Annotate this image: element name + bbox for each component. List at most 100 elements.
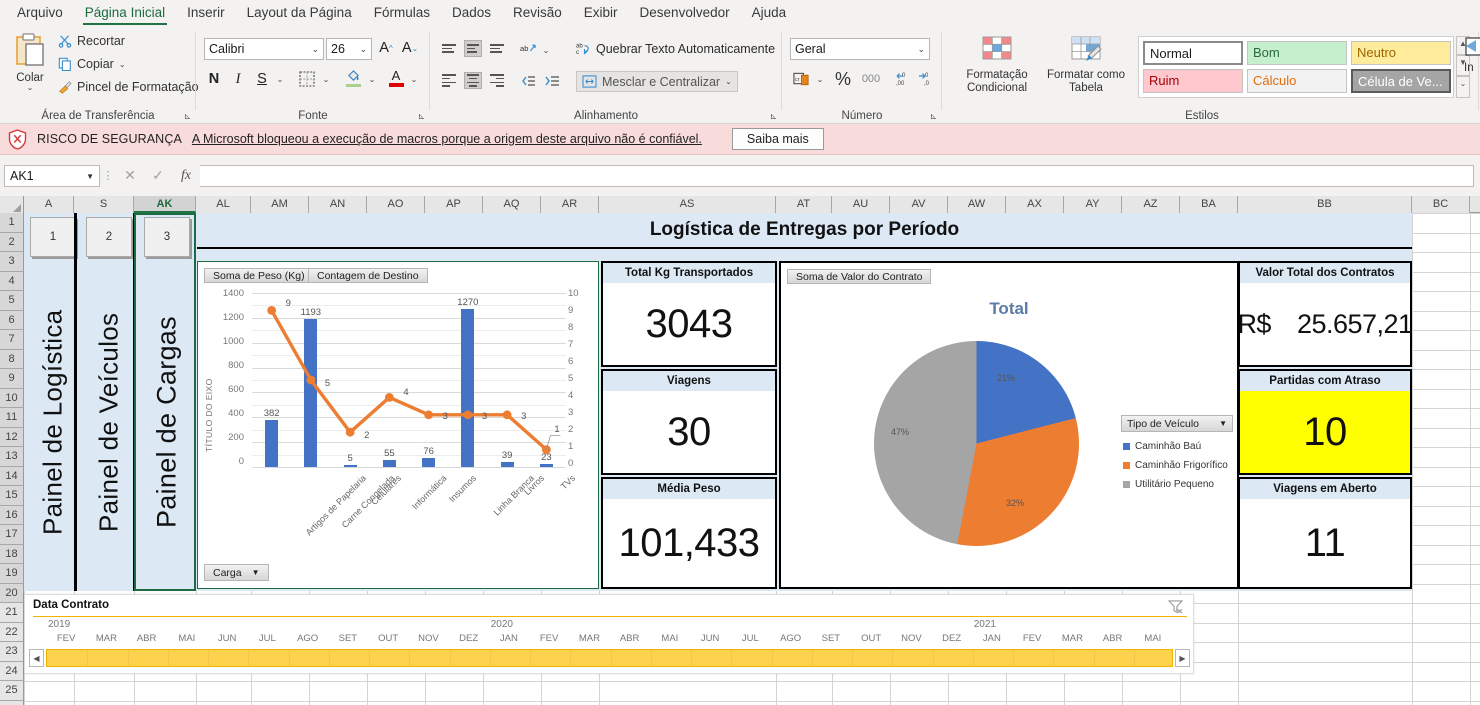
- pivot-field-chevron-down-icon[interactable]: ▼: [252, 568, 260, 577]
- merge-center-button[interactable]: Mesclar e Centralizar ⌄: [576, 71, 738, 92]
- row-header-16[interactable]: 16: [0, 505, 24, 525]
- row-header-23[interactable]: 23: [0, 642, 24, 662]
- timeline-slicer[interactable]: Data Contrato 2019 2020 2021 FEV MAR ABR MAI J…: [24, 594, 1194, 674]
- clear-filter-icon[interactable]: [1167, 599, 1184, 617]
- formula-input[interactable]: [200, 164, 1474, 187]
- cell-style-normal[interactable]: Normal: [1143, 41, 1243, 65]
- fill-color-button[interactable]: [342, 66, 364, 90]
- increase-font-size-button[interactable]: A ^: [376, 37, 396, 59]
- decrease-decimal-button[interactable]: 0 ,0: [914, 68, 934, 90]
- italic-button[interactable]: I: [228, 68, 248, 90]
- ribbon-tab-pagina-inicial[interactable]: Página Inicial: [74, 2, 176, 25]
- orientation-chevron-down-icon[interactable]: ⌄: [540, 41, 552, 59]
- paste-chevron-down-icon[interactable]: ⌄: [8, 83, 52, 92]
- pie-chart[interactable]: Soma de Valor do Contrato Total 21% 32% …: [779, 261, 1239, 589]
- slicer-month-mai-27[interactable]: MAI: [1133, 633, 1173, 644]
- borders-button[interactable]: [296, 68, 318, 90]
- column-header-ap[interactable]: AP: [425, 196, 483, 213]
- slicer-month-jul-5[interactable]: JUL: [247, 633, 287, 644]
- slicer-prev-button[interactable]: ◀: [29, 649, 44, 667]
- security-warning-message[interactable]: A Microsoft bloqueou a execução de macro…: [192, 132, 702, 146]
- row-header-8[interactable]: 8: [0, 349, 24, 369]
- column-header-at[interactable]: AT: [776, 196, 832, 213]
- slicer-month-abr-2[interactable]: ABR: [127, 633, 167, 644]
- slicer-next-button[interactable]: ▶: [1175, 649, 1190, 667]
- row-header-10[interactable]: 10: [0, 388, 24, 408]
- slicer-month-ago-18[interactable]: AGO: [771, 633, 811, 644]
- alignment-dialog-launcher[interactable]: ⊾: [768, 111, 779, 122]
- align-left-button[interactable]: [440, 72, 458, 89]
- pivot-button-soma-valor-contrato[interactable]: Soma de Valor do Contrato: [787, 269, 932, 284]
- underline-button[interactable]: S: [252, 68, 272, 90]
- clipboard-dialog-launcher[interactable]: ⊾: [182, 111, 193, 122]
- cell-style-celula-de-verificacao[interactable]: Célula de Ve...: [1351, 69, 1451, 93]
- column-header-ao[interactable]: AO: [367, 196, 425, 213]
- slicer-month-fev-12[interactable]: FEV: [529, 633, 569, 644]
- column-header-a[interactable]: A: [24, 196, 74, 213]
- row-header-17[interactable]: 17: [0, 525, 24, 545]
- align-right-button[interactable]: [488, 72, 506, 89]
- column-header-av[interactable]: AV: [890, 196, 948, 213]
- slicer-month-jan-23[interactable]: JAN: [972, 633, 1012, 644]
- slicer-month-abr-14[interactable]: ABR: [610, 633, 650, 644]
- font-dialog-launcher[interactable]: ⊾: [416, 111, 427, 122]
- row-header-7[interactable]: 7: [0, 330, 24, 350]
- column-header-ay[interactable]: AY: [1064, 196, 1122, 213]
- cell-style-bom[interactable]: Bom: [1247, 41, 1347, 65]
- font-size-combo[interactable]: 26 ⌄: [326, 38, 372, 60]
- row-header-4[interactable]: 4: [0, 271, 24, 291]
- panel-button-1[interactable]: 1: [30, 217, 76, 257]
- slicer-month-abr-26[interactable]: ABR: [1093, 633, 1133, 644]
- ribbon-tab-exibir[interactable]: Exibir: [573, 2, 629, 24]
- number-dialog-launcher[interactable]: ⊾: [928, 111, 939, 122]
- row-header-5[interactable]: 5: [0, 291, 24, 311]
- conditional-formatting-button[interactable]: Formatação Condicional: [954, 34, 1040, 95]
- cancel-edit-icon[interactable]: ✕: [116, 167, 144, 184]
- slicer-month-nov-9[interactable]: NOV: [408, 633, 448, 644]
- insert-function-icon[interactable]: fx: [172, 168, 200, 184]
- ribbon-tab-ajuda[interactable]: Ajuda: [741, 2, 798, 24]
- copy-button[interactable]: Copiar ⌄: [58, 57, 126, 71]
- column-header-ba[interactable]: BA: [1180, 196, 1238, 213]
- row-header-14[interactable]: 14: [0, 466, 24, 486]
- cell-style-neutro[interactable]: Neutro: [1351, 41, 1451, 65]
- slicer-month-jan-11[interactable]: JAN: [489, 633, 529, 644]
- borders-chevron-down-icon[interactable]: ⌄: [320, 70, 332, 88]
- accounting-format-button[interactable]: cr: [790, 68, 812, 90]
- increase-indent-button[interactable]: [542, 72, 562, 90]
- row-header-19[interactable]: 19: [0, 564, 24, 584]
- legend-filter-button[interactable]: Tipo de Veículo ▼: [1121, 415, 1233, 432]
- number-format-chevron-down-icon[interactable]: ⌄: [917, 39, 925, 59]
- slicer-month-mai-3[interactable]: MAI: [167, 633, 207, 644]
- ribbon-tab-layout-da-pagina[interactable]: Layout da Página: [236, 2, 363, 24]
- column-header-al[interactable]: AL: [196, 196, 251, 213]
- column-header-s[interactable]: S: [74, 196, 134, 213]
- font-name-combo[interactable]: Calibri ⌄: [204, 38, 324, 60]
- panel-button-2[interactable]: 2: [86, 217, 132, 257]
- column-header-aw[interactable]: AW: [948, 196, 1006, 213]
- row-header-24[interactable]: 24: [0, 661, 24, 681]
- ribbon-tab-dados[interactable]: Dados: [441, 2, 502, 24]
- cell-style-ruim[interactable]: Ruim: [1143, 69, 1243, 93]
- slicer-month-dez-10[interactable]: DEZ: [449, 633, 489, 644]
- slicer-month-jul-17[interactable]: JUL: [730, 633, 770, 644]
- slicer-month-out-8[interactable]: OUT: [368, 633, 408, 644]
- ribbon-tab-inserir[interactable]: Inserir: [176, 2, 236, 24]
- copy-chevron-down-icon[interactable]: ⌄: [119, 60, 126, 69]
- slicer-month-ago-6[interactable]: AGO: [288, 633, 328, 644]
- font-name-chevron-down-icon[interactable]: ⌄: [311, 39, 319, 59]
- combo-chart[interactable]: Soma de Peso (Kg) Contagem de Destino TÍ…: [197, 261, 599, 589]
- slicer-month-out-20[interactable]: OUT: [851, 633, 891, 644]
- row-header-22[interactable]: 22: [0, 622, 24, 642]
- row-header-12[interactable]: 12: [0, 427, 24, 447]
- slicer-month-jun-16[interactable]: JUN: [690, 633, 730, 644]
- row-header-18[interactable]: 18: [0, 544, 24, 564]
- column-header-ax[interactable]: AX: [1006, 196, 1064, 213]
- pivot-button-soma-peso[interactable]: Soma de Peso (Kg): [204, 268, 314, 283]
- row-header-26[interactable]: 26: [0, 700, 24, 705]
- row-header-15[interactable]: 15: [0, 486, 24, 506]
- pivot-button-contagem-destino[interactable]: Contagem de Destino: [308, 268, 428, 283]
- name-box[interactable]: AK1 ▼: [4, 164, 100, 187]
- slicer-month-mar-13[interactable]: MAR: [569, 633, 609, 644]
- slicer-month-dez-22[interactable]: DEZ: [932, 633, 972, 644]
